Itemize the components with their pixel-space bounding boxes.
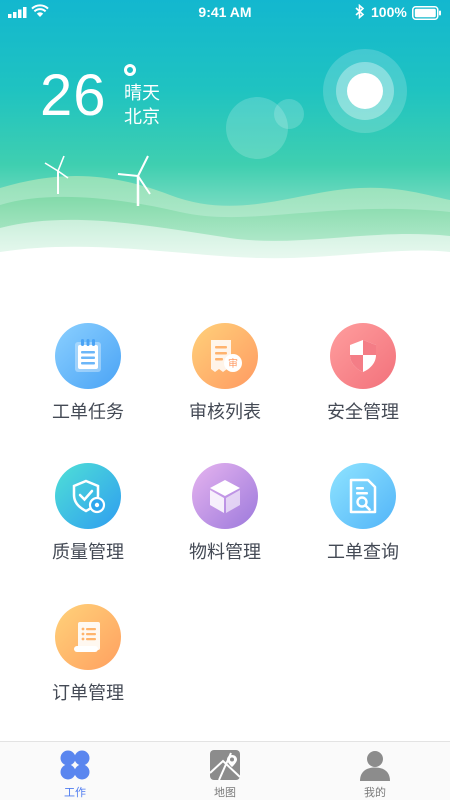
menu-item-label: 物料管理 <box>189 542 261 562</box>
menu-item-quality-management[interactable]: 质量管理 <box>18 460 158 580</box>
grid-icon <box>60 750 90 780</box>
tab-label: 地图 <box>214 787 236 799</box>
tab-work[interactable]: 工作 <box>0 742 150 800</box>
battery-icon <box>412 6 441 20</box>
temperature: 26 <box>40 63 107 128</box>
city-name: 北京 <box>124 107 160 127</box>
shield-gear-icon <box>55 463 121 529</box>
box-icon <box>192 463 258 529</box>
map-icon <box>209 750 241 781</box>
battery-percentage: 100% <box>371 4 407 20</box>
menu-item-audit-list[interactable]: 审 审核列表 <box>155 320 295 440</box>
landscape-illustration <box>0 49 450 300</box>
document-search-icon <box>330 463 396 529</box>
menu-item-label: 审核列表 <box>189 402 261 422</box>
weather-header: 9:41 AM 100% 26 晴天 北京 <box>0 0 450 300</box>
menu-item-label: 安全管理 <box>327 402 399 422</box>
status-bar: 9:41 AM 100% <box>0 0 450 26</box>
notepad-icon <box>55 323 121 389</box>
menu-item-label: 订单管理 <box>52 683 124 703</box>
tab-profile[interactable]: 我的 <box>300 742 450 800</box>
tab-label: 我的 <box>364 787 386 799</box>
receipt-audit-icon: 审 <box>192 323 258 389</box>
menu-item-work-order-tasks[interactable]: 工单任务 <box>18 320 158 440</box>
bottom-tab-bar: 工作 地图 我的 <box>0 741 450 800</box>
degree-icon <box>124 64 136 76</box>
person-icon <box>360 751 390 781</box>
tab-map[interactable]: 地图 <box>150 742 300 800</box>
menu-item-label: 工单任务 <box>52 402 124 422</box>
menu-item-order-management[interactable]: 订单管理 <box>18 601 158 721</box>
menu-item-material-management[interactable]: 物料管理 <box>155 460 295 580</box>
menu-item-label: 工单查询 <box>327 542 399 562</box>
shield-icon <box>330 323 396 389</box>
tab-label: 工作 <box>64 787 86 799</box>
weather-widget: 26 晴天 北京 <box>40 63 160 128</box>
menu-item-label: 质量管理 <box>52 542 124 562</box>
weather-condition: 晴天 <box>124 83 160 103</box>
bluetooth-icon <box>355 4 365 19</box>
decor-bubble <box>274 99 304 129</box>
svg-text:审: 审 <box>228 357 238 370</box>
menu-item-safety-management[interactable]: 安全管理 <box>293 320 433 440</box>
scroll-icon <box>55 604 121 670</box>
sun-icon <box>323 49 407 133</box>
menu-item-work-order-query[interactable]: 工单查询 <box>293 460 433 580</box>
